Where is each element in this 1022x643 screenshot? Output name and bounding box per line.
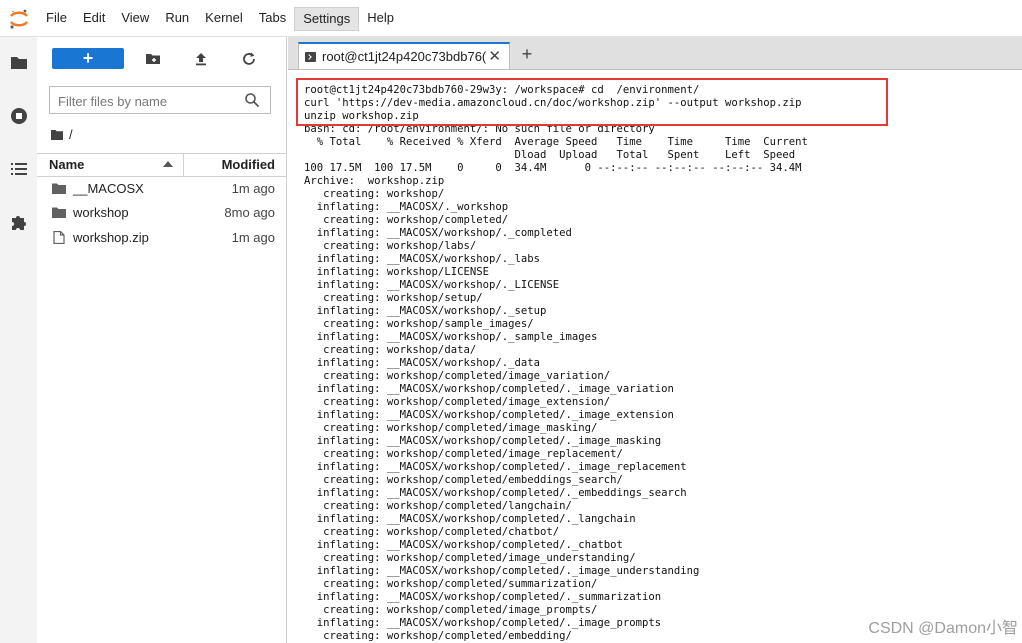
terminal-line: Dload Upload Total Spent Left Speed [304, 149, 796, 161]
terminal-line: creating: workshop/sample_images/ [304, 318, 534, 330]
new-launcher-button[interactable]: + [52, 48, 124, 69]
column-modified-header[interactable]: Modified [222, 157, 275, 172]
file-modified: 1m ago [231, 230, 275, 245]
terminal-line: creating: workshop/completed/image_varia… [304, 370, 611, 382]
menu-bar: File Edit View Run Kernel Tabs Settings … [0, 0, 1022, 37]
search-icon [245, 93, 260, 108]
file-name: workshop [73, 205, 129, 220]
filter-files-input[interactable] [56, 91, 240, 111]
menu-settings[interactable]: Settings [294, 7, 360, 31]
terminal-line: inflating: __MACOSX/workshop/._LICENSE [304, 279, 560, 291]
terminal-line: curl 'https://dev-media.amazoncloud.cn/d… [304, 97, 802, 109]
terminal-line: inflating: __MACOSX/workshop/completed/.… [304, 435, 662, 447]
file-modified: 1m ago [231, 181, 275, 196]
terminal-line: creating: workshop/completed/image_under… [304, 552, 636, 564]
file-row[interactable]: workshop 8mo ago [37, 201, 286, 225]
main-tab-bar: root@ct1jt24p420c73bdb76( ✕ + [288, 37, 1022, 70]
terminal-line: inflating: workshop/LICENSE [304, 266, 489, 278]
terminal-output[interactable]: root@ct1jt24p420c73bdb760-29w3y: /worksp… [297, 70, 1022, 643]
breadcrumb-path[interactable]: / [69, 127, 73, 142]
terminal-line: 100 17.5M 100 17.5M 0 0 34.4M 0 --:--:--… [304, 162, 802, 174]
terminal-line: creating: workshop/completed/ [304, 214, 509, 226]
terminal-line: % Total % Received % Xferd Average Speed… [304, 136, 808, 148]
terminal-line: unzip workshop.zip [304, 110, 419, 122]
terminal-line: creating: workshop/completed/langchain/ [304, 500, 572, 512]
terminal-line: Archive: workshop.zip [304, 175, 445, 187]
breadcrumb: / [51, 126, 73, 142]
terminal-line: inflating: __MACOSX/workshop/completed/.… [304, 565, 700, 577]
home-folder-icon[interactable] [51, 129, 63, 140]
menu-view[interactable]: View [113, 7, 157, 29]
terminal-line: inflating: __MACOSX/workshop/._completed [304, 227, 572, 239]
terminal-line: creating: workshop/data/ [304, 344, 477, 356]
sort-ascending-icon [163, 161, 173, 167]
terminal-line: creating: workshop/setup/ [304, 292, 483, 304]
column-name-header[interactable]: Name [49, 157, 84, 172]
terminal-line: creating: workshop/completed/summarizati… [304, 578, 598, 590]
terminal-line: inflating: __MACOSX/workshop/completed/.… [304, 487, 687, 499]
terminal-line: creating: workshop/completed/embedding/ [304, 630, 572, 642]
terminal-line: inflating: __MACOSX/workshop/._sample_im… [304, 331, 598, 343]
terminal-line: creating: workshop/completed/image_exten… [304, 396, 611, 408]
file-row[interactable]: workshop.zip 1m ago [37, 226, 286, 250]
terminal-line: inflating: __MACOSX/workshop/completed/.… [304, 461, 687, 473]
column-divider[interactable] [183, 154, 184, 176]
terminal-line: creating: workshop/ [304, 188, 445, 200]
menu-tabs[interactable]: Tabs [251, 7, 294, 29]
extension-puzzle-icon[interactable] [9, 212, 29, 232]
terminal-icon [305, 52, 316, 62]
terminal-line: inflating: __MACOSX/workshop/._data [304, 357, 540, 369]
terminal-line: inflating: __MACOSX/workshop/completed/.… [304, 383, 674, 395]
terminal-line: inflating: __MACOSX/workshop/completed/.… [304, 617, 662, 629]
file-list-header: Name Modified [37, 153, 286, 177]
terminal-line: inflating: __MACOSX/workshop/completed/.… [304, 409, 674, 421]
terminal-line: root@ct1jt24p420c73bdb760-29w3y: /worksp… [304, 84, 700, 96]
refresh-icon[interactable] [241, 51, 257, 67]
folder-icon[interactable] [9, 53, 29, 73]
menu-file[interactable]: File [38, 7, 75, 29]
watermark: CSDN @Damon小智 [868, 620, 1018, 637]
terminal-line: creating: workshop/labs/ [304, 240, 477, 252]
terminal-line: inflating: __MACOSX/workshop/._setup [304, 305, 547, 317]
menu-run[interactable]: Run [157, 7, 197, 29]
file-name: __MACOSX [73, 181, 144, 196]
filter-files-input-box [49, 86, 271, 114]
terminal-line: creating: workshop/completed/image_maski… [304, 422, 598, 434]
folder-icon [52, 207, 66, 218]
menu-edit[interactable]: Edit [75, 7, 113, 29]
file-icon [53, 231, 65, 244]
terminal-tab[interactable]: root@ct1jt24p420c73bdb76( ✕ [298, 42, 510, 69]
terminal-line: inflating: __MACOSX/workshop/completed/.… [304, 539, 623, 551]
left-activity-bar [0, 37, 38, 643]
running-sessions-icon[interactable] [9, 106, 29, 126]
terminal-line: creating: workshop/completed/image_promp… [304, 604, 598, 616]
new-folder-icon[interactable] [145, 51, 161, 67]
file-row[interactable]: __MACOSX 1m ago [37, 177, 286, 201]
terminal-line: bash: cd: /root/environment/: No such fi… [304, 123, 655, 135]
terminal-line: inflating: __MACOSX/._workshop [304, 201, 509, 213]
terminal-tab-label: root@ct1jt24p420c73bdb76( [322, 49, 486, 64]
terminal-lines: root@ct1jt24p420c73bdb760-29w3y: /worksp… [304, 84, 808, 643]
table-of-contents-icon[interactable] [9, 159, 29, 179]
terminal-line: inflating: __MACOSX/workshop/completed/.… [304, 513, 636, 525]
file-browser-toolbar: + [37, 47, 286, 73]
folder-icon [52, 183, 66, 194]
add-tab-button[interactable]: + [516, 43, 538, 65]
jupyter-logo-icon[interactable] [8, 8, 30, 30]
terminal-line: creating: workshop/completed/embeddings_… [304, 474, 623, 486]
menu-help[interactable]: Help [359, 7, 402, 29]
menu-kernel[interactable]: Kernel [197, 7, 251, 29]
close-tab-icon[interactable]: ✕ [488, 47, 501, 65]
file-browser: + / Name Modified [37, 37, 287, 643]
file-modified: 8mo ago [224, 205, 275, 220]
menu-items: File Edit View Run Kernel Tabs Settings … [38, 7, 402, 31]
terminal-line: inflating: __MACOSX/workshop/completed/.… [304, 591, 662, 603]
upload-icon[interactable] [193, 51, 209, 67]
terminal-line: inflating: __MACOSX/workshop/._labs [304, 253, 540, 265]
terminal-line: creating: workshop/completed/chatbot/ [304, 526, 560, 538]
file-name: workshop.zip [73, 230, 149, 245]
terminal-line: creating: workshop/completed/image_repla… [304, 448, 623, 460]
